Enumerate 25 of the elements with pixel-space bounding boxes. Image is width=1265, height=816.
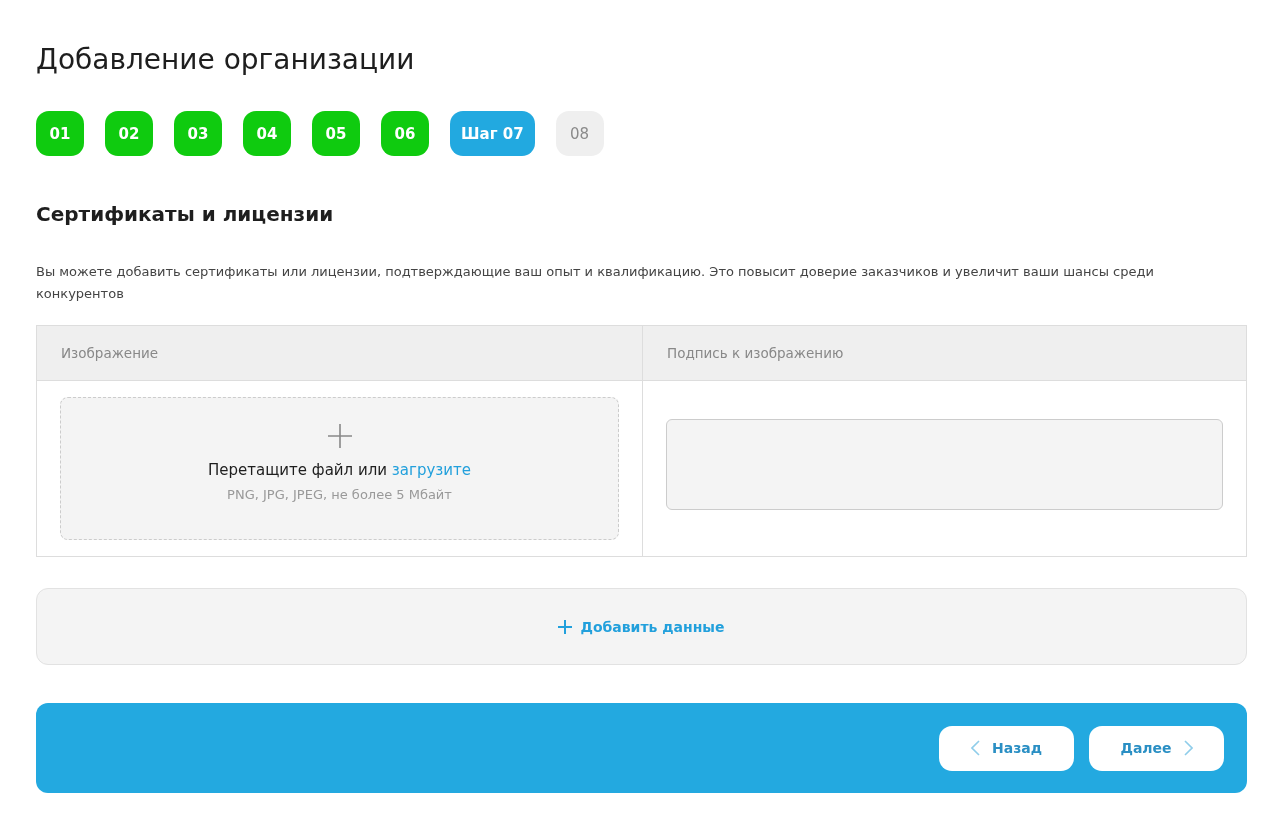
section-heading: Сертификаты и лицензии [36,201,335,228]
chevron-left-icon [970,740,980,756]
step-tab[interactable]: 05 [312,111,360,156]
page-title: Добавление организации [36,42,416,78]
section-description: Вы можете добавить сертификаты или лицензии, подтверждающие ваш опыт и квалификацию. Это повысит доверие заказчиков и увеличит ваши шансы среди конкурентов [36,263,1155,303]
next-button[interactable]: Далее [1089,725,1224,771]
step-tab[interactable]: 06 [381,111,429,156]
add-data-button[interactable]: Добавить данные [36,588,1247,665]
chevron-right-icon [1183,740,1193,756]
plus-icon [326,423,353,449]
column-header: Подпись к изображению [642,326,1246,381]
step-tab[interactable]: Шаг 07 [450,111,535,156]
step-tab[interactable]: 08 [555,111,604,156]
step-tab[interactable]: 03 [174,111,222,156]
step-tab[interactable]: 01 [36,111,84,156]
step-tab[interactable]: 02 [105,111,153,156]
plus-icon [558,619,573,634]
drop-prompt: Перетащите файл или загрузите [208,461,471,479]
column-header: Изображение [37,326,642,381]
file-format-hint: PNG, JPG, JPEG, не более 5 Мбайт [227,487,452,502]
back-button[interactable]: Назад [939,725,1074,771]
step-tab[interactable]: 04 [243,111,291,156]
file-drop-zone[interactable]: Перетащите файл или загрузите PNG, JPG, JPEG, не более 5 Мбайт [60,397,619,540]
caption-input-field[interactable] [666,419,1223,510]
upload-link[interactable]: загрузите [391,461,471,479]
